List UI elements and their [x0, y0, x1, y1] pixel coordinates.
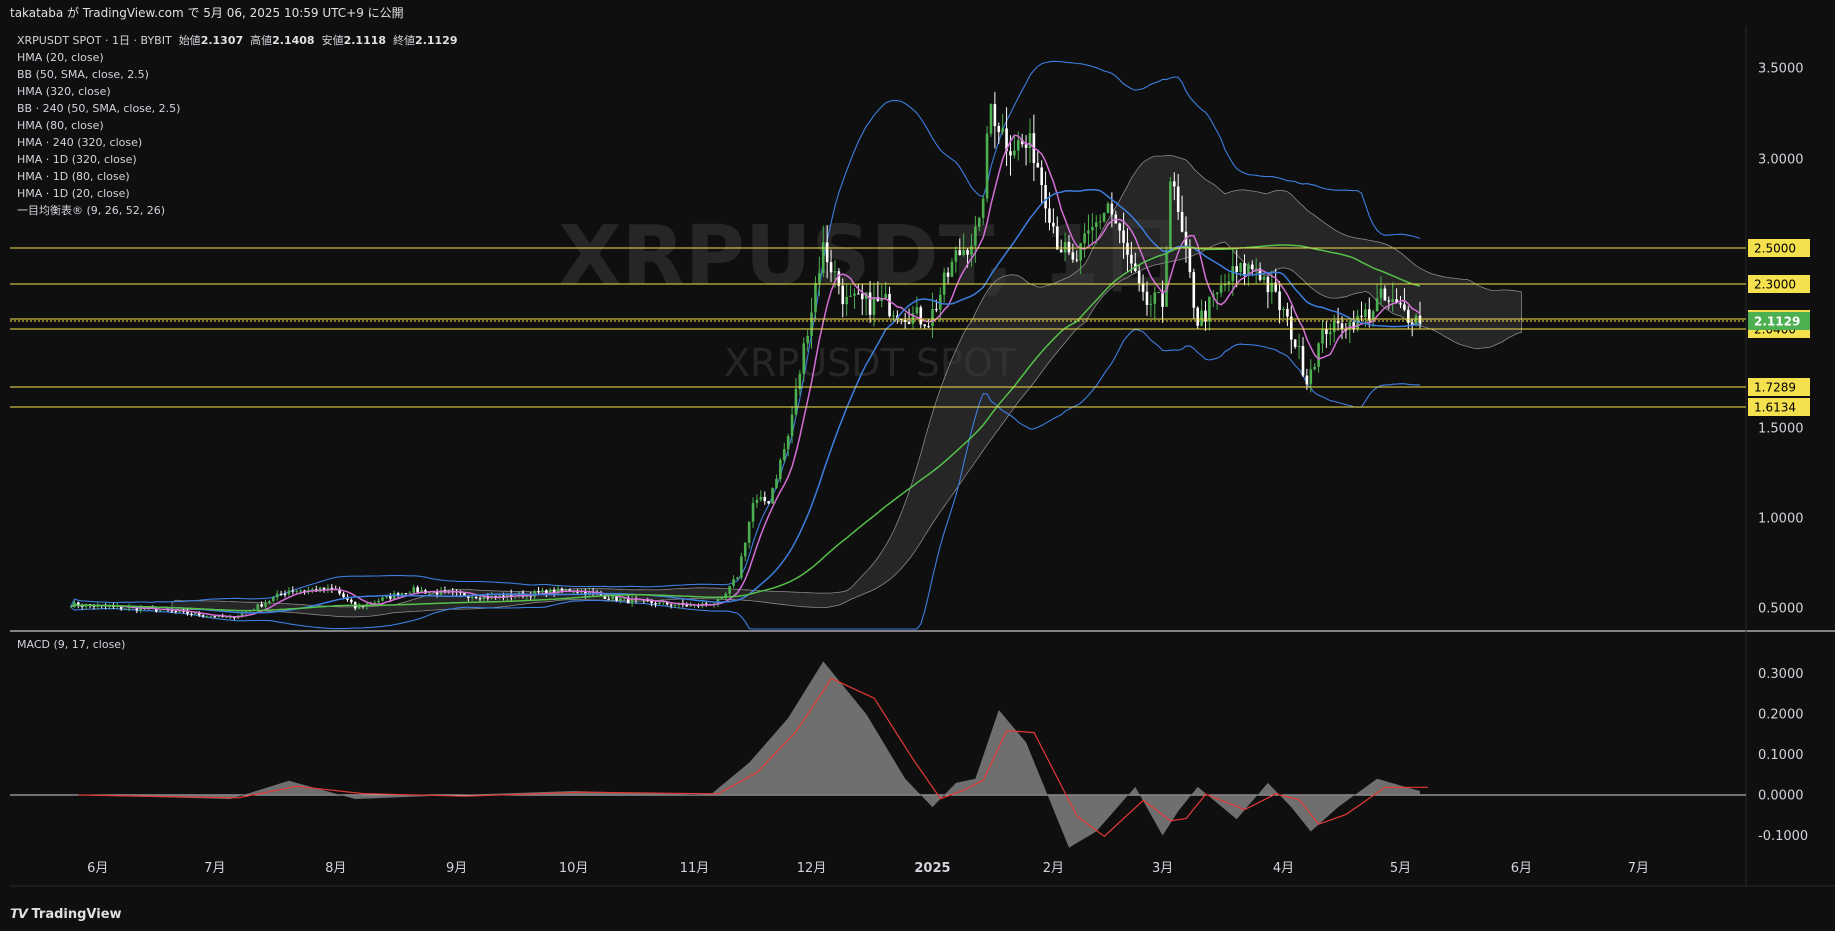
time-tick-label: 6月 — [87, 861, 108, 876]
indicator-item[interactable]: 一目均衡表® (9, 26, 52, 26) — [17, 202, 458, 219]
candle — [1102, 212, 1106, 223]
candle — [985, 126, 989, 203]
time-tick-label: 5月 — [1390, 861, 1411, 876]
indicator-item[interactable]: BB (50, SMA, close, 2.5) — [17, 66, 458, 83]
time-tick-label: 11月 — [680, 861, 710, 876]
candle — [1196, 306, 1199, 329]
price-axis[interactable]: 2.50002.30002.12002.04001.72891.61342.11… — [1748, 62, 1810, 845]
close-label: 終値 — [393, 34, 416, 47]
tradingview-logo-icon[interactable]: 𝙏𝙑 — [10, 907, 28, 922]
time-tick-label: 3月 — [1152, 861, 1173, 876]
time-tick-label: 7月 — [204, 861, 225, 876]
time-tick-label: 4月 — [1273, 861, 1294, 876]
price-tick-label: 1.5000 — [1758, 422, 1804, 437]
last-price-label: 2.1129 — [1754, 315, 1800, 329]
time-tick-label: 8月 — [325, 861, 346, 876]
time-tick-label: 2025 — [914, 861, 950, 876]
indicator-item[interactable]: HMA (320, close) — [17, 83, 458, 100]
indicator-item[interactable]: HMA (20, close) — [17, 49, 458, 66]
time-tick-label: 7月 — [1628, 861, 1649, 876]
macd-tick-label: 0.0000 — [1758, 789, 1804, 804]
indicator-item[interactable]: HMA · 1D (20, close) — [17, 185, 458, 202]
low-label: 安値 — [321, 34, 344, 47]
price-tick-label: 3.0000 — [1758, 153, 1804, 168]
symbol-name: XRPUSDT SPOT · 1日 · BYBIT — [17, 34, 172, 47]
candle — [989, 103, 993, 138]
candle — [779, 457, 782, 483]
high-label: 高値 — [250, 34, 273, 47]
footer-bar: 𝙏𝙑 TradingView — [0, 899, 1835, 931]
candle — [771, 487, 774, 504]
candle — [740, 552, 743, 580]
macd-legend[interactable]: MACD (9, 17, close) — [17, 638, 125, 651]
macd-tick-label: 0.1000 — [1758, 748, 1804, 763]
candle — [1165, 246, 1168, 308]
footer-brand[interactable]: TradingView — [31, 907, 121, 922]
macd-tick-label: 0.2000 — [1758, 708, 1804, 723]
level-tag-label: 1.7289 — [1754, 381, 1796, 395]
time-tick-label: 12月 — [797, 861, 827, 876]
price-tick-label: 0.5000 — [1758, 602, 1804, 617]
time-tick-label: 2月 — [1043, 861, 1064, 876]
time-tick-label: 10月 — [559, 861, 589, 876]
price-tick-label: 1.0000 — [1758, 512, 1804, 527]
indicator-item[interactable]: BB · 240 (50, SMA, close, 2.5) — [17, 100, 458, 117]
close-value: 2.1129 — [415, 34, 458, 47]
time-tick-label: 9月 — [446, 861, 467, 876]
level-tag-label: 1.6134 — [1754, 401, 1796, 415]
indicator-item[interactable]: HMA · 240 (320, close) — [17, 134, 458, 151]
low-value: 2.1118 — [343, 34, 387, 47]
high-value: 2.1408 — [272, 34, 315, 47]
candle — [1169, 176, 1172, 251]
macd-tick-label: -0.1000 — [1758, 829, 1808, 844]
open-label: 始値 — [178, 34, 201, 47]
indicator-item[interactable]: HMA · 1D (80, close) — [17, 168, 458, 185]
indicator-item[interactable]: HMA · 1D (320, close) — [17, 151, 458, 168]
macd-tick-label: 0.3000 — [1758, 667, 1804, 682]
level-tag-label: 2.3000 — [1754, 278, 1796, 292]
time-tick-label: 6月 — [1511, 861, 1532, 876]
open-value: 2.1307 — [200, 34, 244, 47]
symbol-line[interactable]: XRPUSDT SPOT · 1日 · BYBIT 始値2.1307 高値2.1… — [17, 32, 458, 49]
indicator-legend: XRPUSDT SPOT · 1日 · BYBIT 始値2.1307 高値2.1… — [17, 32, 458, 219]
level-tag-label: 2.5000 — [1754, 242, 1796, 256]
indicator-item[interactable]: HMA (80, close) — [17, 117, 458, 134]
publish-header: takataba が TradingView.com で 5月 06, 2025… — [0, 0, 1835, 26]
price-tick-label: 3.5000 — [1758, 62, 1804, 77]
publish-text: takataba が TradingView.com で 5月 06, 2025… — [10, 6, 404, 20]
